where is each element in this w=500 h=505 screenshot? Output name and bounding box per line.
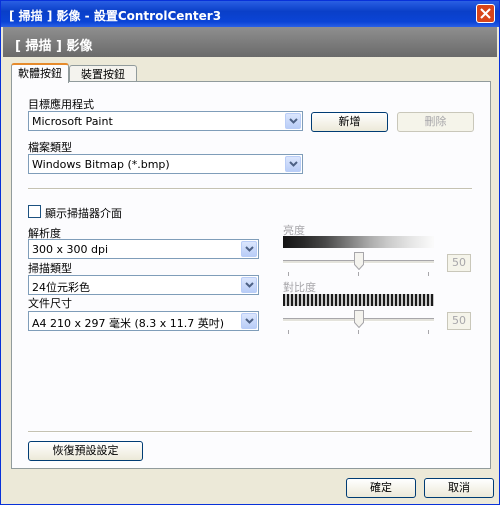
slider-tick: [358, 330, 359, 334]
close-icon: [480, 8, 491, 19]
delete-button[interactable]: 刪除: [397, 112, 474, 132]
file-type-value: Windows Bitmap (*.bmp): [32, 158, 170, 171]
file-type-select[interactable]: Windows Bitmap (*.bmp): [28, 154, 303, 174]
slider-tick: [288, 330, 289, 334]
dropdown-button[interactable]: [285, 113, 301, 129]
chevron-down-icon: [245, 318, 254, 324]
show-scanner-interface-checkbox[interactable]: [28, 205, 41, 218]
brightness-slider-thumb[interactable]: [354, 252, 364, 271]
slider-tick: [428, 330, 429, 334]
slider-tick: [288, 272, 289, 276]
show-scanner-interface-label: 顯示掃描器介面: [45, 207, 122, 220]
dropdown-button[interactable]: [241, 241, 257, 257]
slider-tick: [358, 272, 359, 276]
target-app-select[interactable]: Microsoft Paint: [28, 111, 303, 131]
separator: [28, 188, 472, 190]
scan-type-label: 掃描類型: [28, 262, 72, 275]
ok-button[interactable]: 確定: [346, 478, 416, 498]
header-title: [ 掃描 ] 影像: [15, 39, 93, 54]
tab-software-button[interactable]: 軟體按鈕: [11, 63, 69, 83]
resolution-select[interactable]: 300 x 300 dpi: [28, 239, 259, 259]
chevron-down-icon: [245, 282, 254, 288]
restore-defaults-button[interactable]: 恢復預設設定: [28, 441, 143, 461]
document-size-label: 文件尺寸: [28, 297, 72, 310]
tab-panel: 目標應用程式 Microsoft Paint 新增 刪除 檔案類型 Window…: [11, 81, 491, 469]
tab-label: 軟體按鈕: [18, 67, 62, 80]
brightness-gradient: [283, 236, 434, 248]
dropdown-button[interactable]: [241, 277, 257, 293]
window-title: [ 掃描 ] 影像 - 設置ControlCenter3: [9, 9, 222, 23]
chevron-down-icon: [289, 161, 298, 167]
dropdown-button[interactable]: [285, 156, 301, 172]
resolution-value: 300 x 300 dpi: [32, 243, 109, 256]
scan-type-select[interactable]: 24位元彩色: [28, 275, 259, 295]
cancel-button[interactable]: 取消: [424, 478, 494, 498]
dropdown-button[interactable]: [241, 313, 257, 329]
file-type-label: 檔案類型: [28, 141, 72, 154]
target-app-value: Microsoft Paint: [32, 115, 113, 128]
close-button[interactable]: [476, 4, 495, 23]
scan-type-value: 24位元彩色: [32, 281, 90, 294]
section-header: [ 掃描 ] 影像: [3, 27, 497, 57]
add-button[interactable]: 新增: [311, 112, 388, 132]
brightness-value-field[interactable]: 50: [447, 254, 471, 272]
chevron-down-icon: [245, 246, 254, 252]
contrast-value-field[interactable]: 50: [447, 312, 471, 330]
slider-tick: [428, 272, 429, 276]
contrast-label: 對比度: [283, 281, 316, 294]
document-size-select[interactable]: A4 210 x 297 毫米 (8.3 x 11.7 英吋): [28, 311, 259, 331]
contrast-pattern: [283, 294, 434, 306]
separator: [28, 431, 472, 433]
contrast-slider-thumb[interactable]: [354, 310, 364, 329]
chevron-down-icon: [289, 118, 298, 124]
document-size-value: A4 210 x 297 毫米 (8.3 x 11.7 英吋): [32, 317, 225, 330]
tab-label: 裝置按鈕: [81, 68, 125, 81]
target-app-label: 目標應用程式: [28, 98, 94, 111]
title-bar[interactable]: [ 掃描 ] 影像 - 設置ControlCenter3: [1, 1, 499, 27]
dialog-window: [ 掃描 ] 影像 - 設置ControlCenter3 [ 掃描 ] 影像 軟…: [0, 0, 500, 505]
